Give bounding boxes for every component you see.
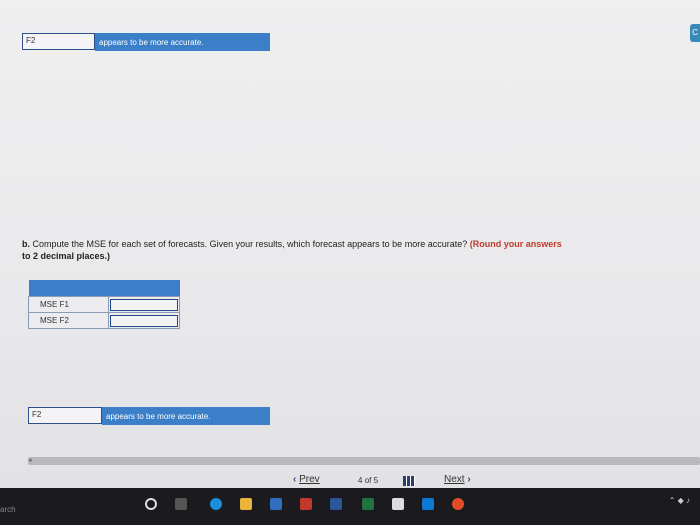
mse-f2-label: MSE F2 bbox=[28, 312, 109, 329]
question-lead: b. bbox=[22, 239, 30, 249]
edge-icon[interactable] bbox=[210, 498, 222, 510]
page-total: 5 bbox=[373, 476, 379, 485]
table-row: MSE F1 bbox=[28, 296, 180, 313]
scroll-left-icon[interactable]: ◂ bbox=[28, 456, 32, 464]
question-hint: (Round your answers bbox=[469, 239, 562, 249]
mse-table: MSE F1 MSE F2 bbox=[28, 280, 180, 329]
store-icon[interactable] bbox=[422, 498, 434, 510]
task-view-icon[interactable] bbox=[175, 498, 187, 510]
grid-view-icon[interactable] bbox=[403, 476, 415, 486]
side-tab[interactable]: C bbox=[690, 24, 700, 42]
taskbar: arch ⌃ ◆ ♪ bbox=[0, 488, 700, 525]
word-icon[interactable] bbox=[330, 498, 342, 510]
chevron-left-icon: ‹ bbox=[293, 474, 297, 485]
app-icon[interactable] bbox=[300, 498, 312, 510]
bottom-answer-row: F2 appears to be more accurate. bbox=[28, 407, 270, 425]
question-hint-cont: to 2 decimal places.) bbox=[22, 251, 111, 261]
mse-f1-label: MSE F1 bbox=[28, 296, 109, 313]
bottom-forecast-select[interactable]: F2 bbox=[28, 407, 102, 424]
calendar-icon[interactable] bbox=[392, 498, 404, 510]
top-answer-text: appears to be more accurate. bbox=[95, 33, 270, 51]
horizontal-scrollbar[interactable] bbox=[28, 457, 700, 465]
mse-f1-input[interactable] bbox=[110, 298, 178, 311]
prev-button[interactable]: ‹ Prev bbox=[293, 474, 320, 485]
mse-table-header bbox=[28, 280, 180, 297]
media-icon[interactable] bbox=[452, 498, 464, 510]
mail-icon[interactable] bbox=[270, 498, 282, 510]
cortana-icon[interactable] bbox=[145, 498, 157, 510]
next-button[interactable]: Next › bbox=[444, 474, 471, 485]
page-of: of bbox=[364, 476, 372, 485]
bottom-answer-text: appears to be more accurate. bbox=[102, 407, 270, 425]
top-answer-row: F2 appears to be more accurate. bbox=[22, 33, 270, 51]
top-forecast-select[interactable]: F2 bbox=[22, 33, 95, 50]
prev-link[interactable]: Prev bbox=[299, 474, 320, 485]
question-body: Compute the MSE for each set of forecast… bbox=[32, 239, 468, 249]
mse-f2-input[interactable] bbox=[110, 314, 178, 327]
question-text: b. Compute the MSE for each set of forec… bbox=[22, 238, 682, 262]
table-row: MSE F2 bbox=[28, 312, 180, 329]
page-indicator: 4 of 5 bbox=[358, 476, 378, 485]
chevron-right-icon: › bbox=[467, 474, 471, 485]
system-tray-icons[interactable]: ⌃ ◆ ♪ bbox=[669, 496, 690, 505]
excel-icon[interactable] bbox=[362, 498, 374, 510]
quiz-page: C F2 appears to be more accurate. b. Com… bbox=[0, 0, 700, 488]
page-current: 4 bbox=[358, 476, 363, 485]
taskbar-search[interactable]: arch bbox=[0, 505, 16, 514]
file-explorer-icon[interactable] bbox=[240, 498, 252, 510]
next-link[interactable]: Next bbox=[444, 474, 465, 485]
